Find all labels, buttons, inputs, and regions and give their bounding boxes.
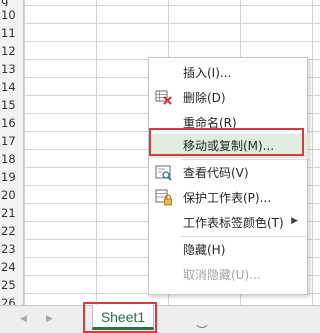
view-code-icon: [155, 164, 173, 182]
row-header[interactable]: 11: [0, 24, 24, 42]
row-header[interactable]: 15: [0, 96, 24, 114]
row-header[interactable]: 16: [0, 114, 24, 132]
sheet-tab-bar: ◀ ▶: [0, 305, 320, 333]
menu-item-protect-sheet[interactable]: 保护工作表(P)...: [150, 186, 308, 210]
menu-separator: [181, 236, 307, 237]
menu-item-delete[interactable]: 删除(D): [150, 86, 308, 110]
context-menu: 插入(I)... 删除(D) 重命名(R) 移动或复制(M)... 查看代码(V…: [148, 57, 308, 295]
row-header[interactable]: 26: [0, 294, 24, 305]
row-header[interactable]: 12: [0, 42, 24, 60]
row-header[interactable]: 21: [0, 204, 24, 222]
move-or-copy-highlight-box: [149, 128, 304, 156]
row-header[interactable]: 22: [0, 222, 24, 240]
menu-separator: [181, 159, 307, 160]
protect-sheet-icon: [155, 189, 173, 207]
row[interactable]: 26: [0, 294, 320, 305]
new-sheet-icon[interactable]: [194, 312, 210, 328]
row-header[interactable]: 13: [0, 60, 24, 78]
menu-item-view-code[interactable]: 查看代码(V): [150, 161, 308, 185]
delete-sheet-icon: [155, 89, 173, 107]
submenu-arrow-icon: ▶: [291, 216, 298, 226]
row-header[interactable]: 19: [0, 168, 24, 186]
row[interactable]: 10: [0, 6, 320, 24]
row-header[interactable]: 25: [0, 276, 24, 294]
row[interactable]: 11: [0, 24, 320, 42]
menu-item-tab-color[interactable]: 工作表标签颜色(T) ▶: [150, 211, 308, 235]
scroll-tabs-right-icon[interactable]: ▶: [46, 314, 53, 324]
row-header[interactable]: 23: [0, 240, 24, 258]
row-header[interactable]: 24: [0, 258, 24, 276]
menu-item-unhide: 取消隐藏(U)...: [183, 268, 261, 282]
sheet-tab-highlight-box: [83, 302, 157, 333]
row-header[interactable]: 14: [0, 78, 24, 96]
row-header[interactable]: 17: [0, 132, 24, 150]
scroll-tabs-left-icon[interactable]: ◀: [20, 314, 27, 324]
menu-item-insert[interactable]: 插入(I)...: [150, 61, 308, 85]
menu-item-hide[interactable]: 隐藏(H): [150, 238, 308, 262]
row-header[interactable]: 18: [0, 150, 24, 168]
row-header[interactable]: 20: [0, 186, 24, 204]
row-header[interactable]: 10: [0, 6, 24, 24]
